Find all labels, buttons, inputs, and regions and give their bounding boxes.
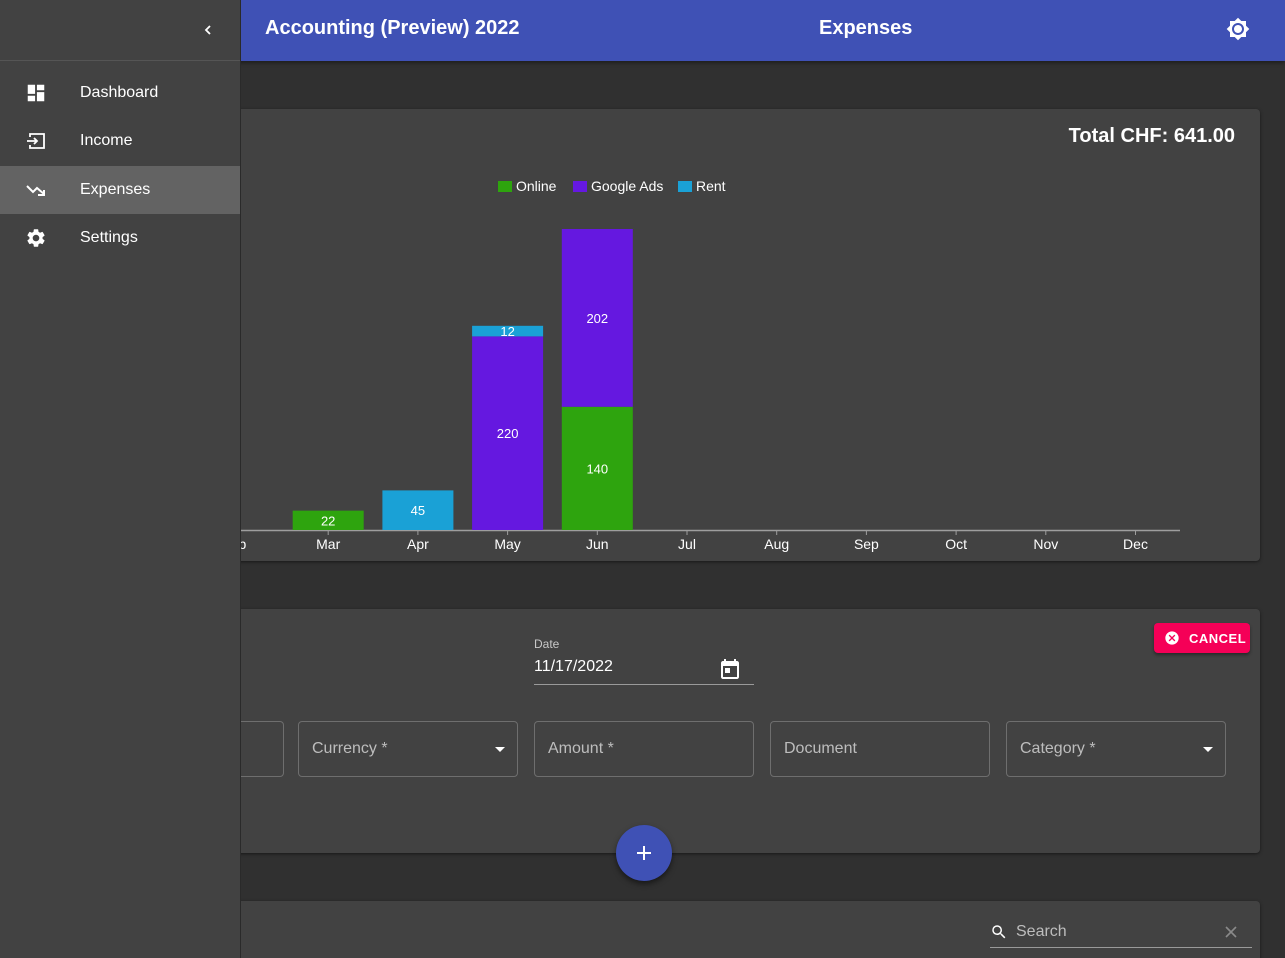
currency-label: Currency * [312,740,388,757]
x-tick-label: May [494,536,520,552]
sidebar-item-income[interactable]: Income [0,117,240,165]
bar-value-label: 22 [321,513,335,528]
legend-swatch [573,181,587,192]
sidebar-item-expenses[interactable]: Expenses [0,166,240,214]
expense-form-card: Date 11/17/2022 CANCEL Currency * Amount… [64,609,1260,853]
clear-icon[interactable] [1224,925,1238,944]
sidebar-item-label: Settings [80,229,138,246]
date-field[interactable]: 11/17/2022 [534,655,754,685]
bar-value-label: 220 [497,426,519,441]
date-label: Date [534,637,560,651]
search-icon [990,923,1008,946]
sidebar-item-label: Dashboard [80,84,159,101]
cancel-label: CANCEL [1189,630,1247,646]
sidebar-item-label: Expenses [80,181,151,198]
expenses-bar-chart: ebMarAprMayJunJulAugSepOctNovDec22452201… [231,178,1180,552]
currency-select[interactable]: Currency * [298,721,518,777]
app-title: Accounting (Preview) 2022 [265,17,520,39]
x-tick-label: Jun [586,536,609,552]
dropdown-arrow-icon [495,747,505,752]
x-tick-label: Sep [854,536,879,552]
sidebar-item-label: Income [80,132,133,149]
drawer-header [0,0,240,61]
x-tick-label: Apr [407,536,429,552]
collapse-drawer-button[interactable] [196,18,220,42]
nav-drawer: Dashboard Income Expenses Settings [0,0,241,958]
cancel-button[interactable]: CANCEL [1154,623,1250,653]
amount-label: Amount * [548,740,614,757]
brightness-icon [1226,17,1250,41]
legend-swatch [498,181,512,192]
dashboard-icon [24,81,48,105]
cancel-circle-icon [1165,631,1179,645]
date-value[interactable]: 11/17/2022 [534,658,613,676]
bar-value-label: 202 [586,311,608,326]
x-tick-label: Mar [316,536,340,552]
search-input[interactable] [1016,920,1216,944]
legend-label: Google Ads [591,178,663,194]
gear-icon [24,226,48,250]
bar-value-label: 140 [586,461,608,476]
legend-swatch [678,181,692,192]
search-field[interactable] [990,920,1252,948]
expenses-table-card [220,901,1260,958]
bar-value-label: 12 [500,324,514,339]
amount-field[interactable]: Amount * [534,721,754,777]
bar-value-label: 45 [411,503,425,518]
theme-toggle-button[interactable] [1222,13,1254,45]
income-icon [24,129,48,153]
chevron-left-icon [204,25,211,35]
category-label: Category * [1020,740,1096,757]
sidebar-item-dashboard[interactable]: Dashboard [0,69,240,117]
document-label: Document [784,740,857,757]
x-tick-label: Nov [1033,536,1058,552]
x-tick-label: Jul [678,536,696,552]
legend-label: Rent [696,178,726,194]
legend-label: Online [516,178,557,194]
x-tick-label: Oct [945,536,967,552]
category-select[interactable]: Category * [1006,721,1226,777]
calendar-icon[interactable] [718,657,742,686]
x-tick-label: Dec [1123,536,1148,552]
trending-down-icon [24,178,48,202]
dropdown-arrow-icon [1203,747,1213,752]
page-title: Expenses [819,17,913,39]
x-tick-label: Aug [764,536,789,552]
sidebar-item-settings[interactable]: Settings [0,214,240,262]
document-field[interactable]: Document [770,721,990,777]
add-expense-button[interactable] [616,825,672,881]
expenses-chart-card: Total CHF: 641.00 ebMarAprMayJunJulAugSe… [220,109,1260,561]
plus-icon [637,846,651,860]
